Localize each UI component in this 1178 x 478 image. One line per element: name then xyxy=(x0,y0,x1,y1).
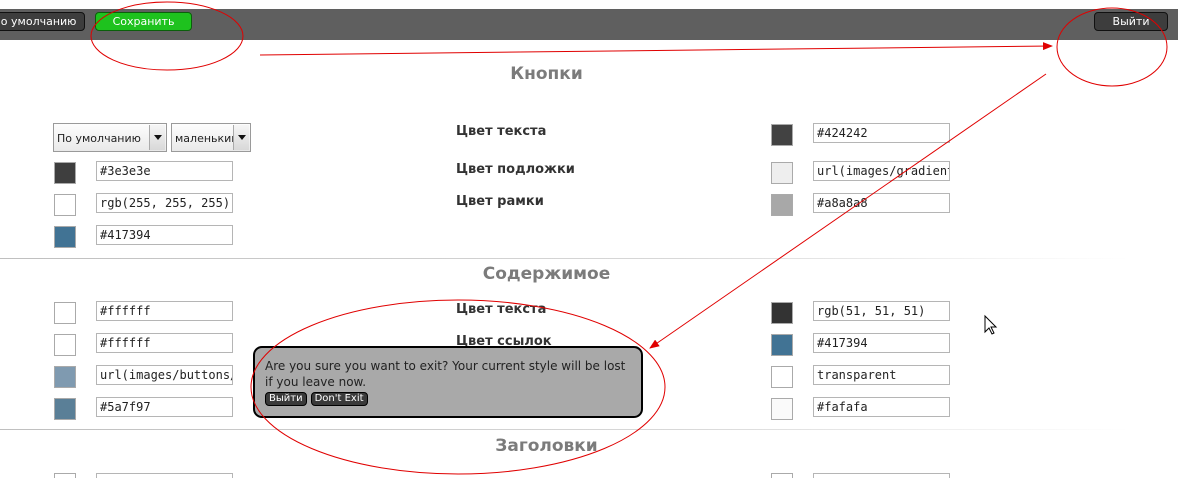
color-input[interactable]: #ffffff xyxy=(96,301,233,321)
exit-button[interactable]: Выйти xyxy=(1094,12,1168,31)
color-swatch[interactable] xyxy=(771,473,793,478)
color-input[interactable]: #fafafa xyxy=(813,397,950,417)
color-swatch[interactable] xyxy=(54,366,76,388)
font-select[interactable]: По умолчанию xyxy=(53,123,167,152)
color-input[interactable] xyxy=(813,473,950,478)
color-swatch[interactable] xyxy=(771,194,793,216)
color-input[interactable]: rgb(255, 255, 255) xyxy=(96,193,233,213)
size-select[interactable]: маленький xyxy=(171,123,251,152)
color-swatch[interactable] xyxy=(771,334,793,356)
chevron-down-icon xyxy=(233,125,249,150)
color-swatch[interactable] xyxy=(771,398,793,420)
color-swatch[interactable] xyxy=(54,226,76,248)
font-select-value: По умолчанию xyxy=(57,132,141,145)
color-swatch[interactable] xyxy=(771,162,793,184)
color-input[interactable]: #a8a8a8 xyxy=(813,193,950,213)
color-input[interactable] xyxy=(96,473,233,478)
color-swatch[interactable] xyxy=(54,334,76,356)
section-title-buttons: Кнопки xyxy=(510,64,583,84)
color-swatch[interactable] xyxy=(771,124,793,146)
color-swatch[interactable] xyxy=(54,162,76,184)
color-swatch[interactable] xyxy=(771,366,793,388)
mouse-cursor-icon xyxy=(984,314,998,335)
top-toolbar: По умолчанию Сохранить Выйти xyxy=(0,9,1178,40)
color-input[interactable]: transparent xyxy=(813,365,950,385)
color-swatch[interactable] xyxy=(54,194,76,216)
section-title-content: Содержимое xyxy=(482,264,611,284)
color-input[interactable]: #5a7f97 xyxy=(96,397,233,417)
annotation-arrow-right xyxy=(259,42,1053,56)
color-input[interactable]: #417394 xyxy=(813,333,950,353)
size-select-value: маленький xyxy=(175,132,239,145)
color-input[interactable]: #ffffff xyxy=(96,333,233,353)
label-button-background: Цвет подложки xyxy=(456,162,575,177)
color-swatch[interactable] xyxy=(54,302,76,324)
section-divider xyxy=(0,258,1130,259)
section-title-headings: Заголовки xyxy=(495,436,598,456)
color-input[interactable]: #424242 xyxy=(813,123,950,143)
color-input[interactable]: #417394 xyxy=(96,225,233,245)
section-divider xyxy=(0,429,1130,430)
color-input[interactable]: #3e3e3e xyxy=(96,161,233,181)
color-swatch[interactable] xyxy=(54,473,76,478)
dialog-dont-exit-button[interactable]: Don't Exit xyxy=(310,392,368,406)
color-input[interactable]: url(images/gradients/g xyxy=(813,161,950,181)
chevron-down-icon xyxy=(149,125,165,150)
dialog-exit-button[interactable]: Выйти xyxy=(265,392,307,406)
color-input[interactable]: url(images/buttons/nev xyxy=(96,365,233,385)
color-input[interactable]: rgb(51, 51, 51) xyxy=(813,301,950,321)
label-button-border: Цвет рамки xyxy=(456,194,544,209)
exit-confirm-dialog: Are you sure you want to exit? Your curr… xyxy=(253,346,643,418)
dialog-message: Are you sure you want to exit? Your curr… xyxy=(265,359,626,389)
label-button-text-color: Цвет текста xyxy=(456,124,547,139)
color-swatch[interactable] xyxy=(771,302,793,324)
save-button[interactable]: Сохранить xyxy=(95,12,192,31)
label-content-text-color: Цвет текста xyxy=(456,302,547,317)
default-style-button[interactable]: По умолчанию xyxy=(0,12,85,31)
color-swatch[interactable] xyxy=(54,398,76,420)
